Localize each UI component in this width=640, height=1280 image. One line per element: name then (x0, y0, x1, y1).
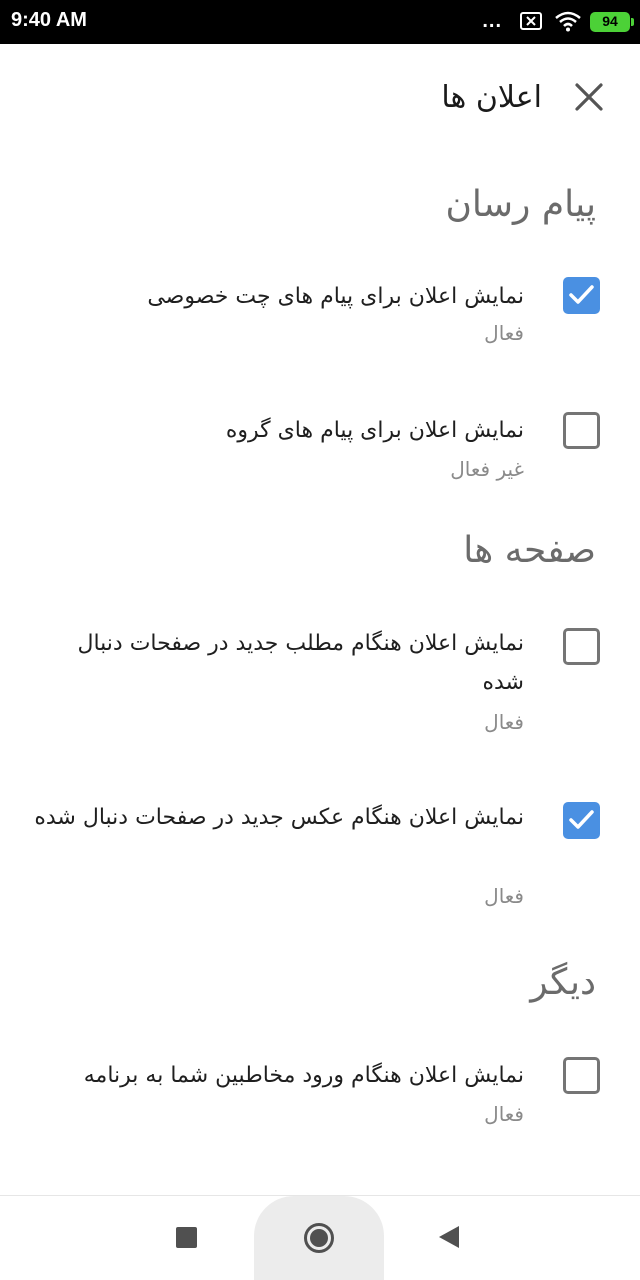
setting-title: نمایش اعلان برای پیام های گروه (225, 418, 524, 443)
more-notifications-icon: ... (482, 10, 502, 32)
check-icon (569, 810, 594, 829)
wifi-icon (555, 11, 581, 32)
battery-icon: 94 (590, 12, 634, 32)
page-title: اعلان ها (441, 80, 542, 115)
section-title-pages: صفحه ها (463, 530, 596, 571)
checkbox-group-messages[interactable] (563, 412, 600, 449)
setting-private-chat[interactable]: نمایش اعلان برای پیام های چت خصوصی فعال (0, 273, 640, 383)
setting-status: فعال (484, 710, 524, 734)
status-time: 9:40 AM (11, 9, 87, 31)
setting-group-messages[interactable]: نمایش اعلان برای پیام های گروه غیر فعال (0, 409, 640, 519)
check-icon (569, 285, 594, 304)
setting-status: فعال (484, 1102, 524, 1126)
setting-status: فعال (484, 321, 524, 345)
checkbox-new-photo[interactable] (563, 802, 600, 839)
setting-title: نمایش اعلان هنگام عکس جدید در صفحات دنبا… (34, 805, 524, 830)
header: اعلان ها (0, 44, 640, 156)
setting-status: غیر فعال (450, 457, 524, 481)
checkbox-contacts-join[interactable] (563, 1057, 600, 1094)
close-box-icon (520, 12, 542, 30)
close-icon[interactable] (566, 74, 612, 120)
status-bar: 9:40 AM ... 94 (0, 0, 640, 44)
section-title-messenger: پیام رسان (445, 184, 596, 225)
checkbox-private-chat[interactable] (563, 277, 600, 314)
battery-level: 94 (602, 13, 618, 29)
setting-new-photo[interactable]: نمایش اعلان هنگام عکس جدید در صفحات دنبا… (0, 798, 640, 928)
back-icon[interactable] (437, 1224, 461, 1250)
setting-title: نمایش اعلان هنگام ورود مخاطبین شما به بر… (83, 1063, 524, 1088)
setting-title: نمایش اعلان هنگام مطلب جدید در صفحات دنب… (77, 631, 524, 695)
setting-contacts-join[interactable]: نمایش اعلان هنگام ورود مخاطبین شما به بر… (0, 1056, 640, 1146)
section-title-other: دیگر (530, 962, 596, 1003)
setting-status: فعال (484, 884, 524, 908)
recent-apps-icon[interactable] (176, 1227, 197, 1248)
setting-title: نمایش اعلان برای پیام های چت خصوصی (147, 284, 524, 309)
navigation-bar (0, 1196, 640, 1280)
checkbox-new-post[interactable] (563, 628, 600, 665)
setting-new-post[interactable]: نمایش اعلان هنگام مطلب جدید در صفحات دنب… (0, 624, 640, 754)
home-icon[interactable] (303, 1222, 335, 1254)
